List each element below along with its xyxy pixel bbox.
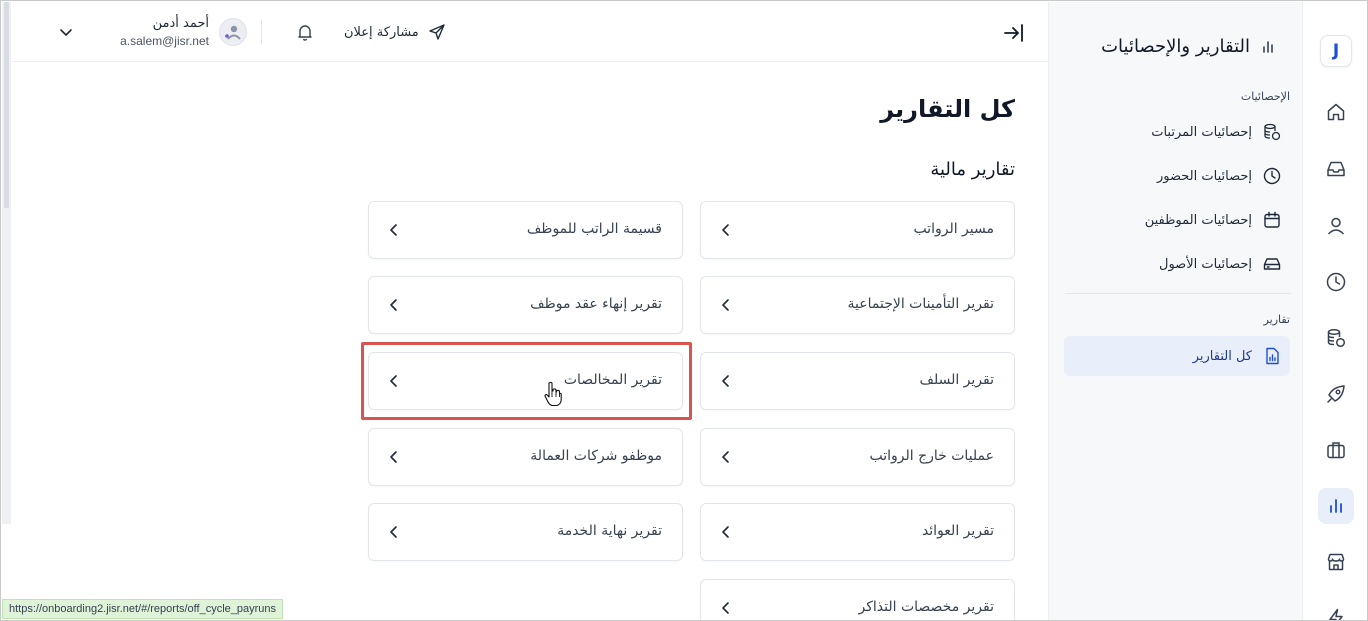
clock-icon[interactable]: [1318, 264, 1354, 300]
user-menu[interactable]: أحمد أدمن a.salem@jisr.net: [51, 11, 247, 53]
report-card-label: تقرير العوائد: [921, 523, 994, 539]
report-card-returns[interactable]: تقرير العوائد: [700, 503, 1015, 561]
top-bar: أحمد أدمن a.salem@jisr.net مشاركة إعلان: [11, 2, 1048, 62]
sidebar-item-label: إحصائيات الحضور: [1157, 168, 1252, 184]
chevron-left-icon: [390, 299, 397, 311]
rocket-icon[interactable]: [1318, 376, 1354, 412]
sidebar-divider: [1065, 293, 1291, 294]
report-card-label: مسير الرواتب: [913, 221, 994, 237]
drive-icon: [1263, 258, 1281, 270]
logo-letter: J: [1332, 41, 1340, 61]
report-card-label: موظفو شركات العمالة: [530, 448, 662, 464]
briefcase-icon[interactable]: [1318, 432, 1354, 468]
sidebar-item-assets-stats[interactable]: إحصائيات الأصول: [1064, 244, 1290, 284]
bell-icon[interactable]: [294, 21, 316, 43]
report-card-label: تقرير التأمينات الإجتماعية: [847, 296, 994, 312]
report-card-end-of-service[interactable]: تقرير نهاية الخدمة: [368, 503, 683, 561]
sidebar-item-label: إحصائيات المرتبات: [1151, 124, 1252, 140]
sidebar-group-reports: تقارير: [1263, 313, 1290, 326]
report-card-label: تقرير مخصصات التذاكر: [858, 599, 995, 615]
calendar-icon: [1264, 211, 1280, 228]
coins-icon: [1264, 123, 1281, 141]
inbox-icon[interactable]: [1318, 151, 1354, 187]
left-scrollbar[interactable]: [2, 2, 11, 524]
status-bar-url: https://onboarding2.jisr.net/#/reports/o…: [2, 599, 284, 619]
send-icon: [429, 24, 445, 40]
report-card-contract-termination[interactable]: تقرير إنهاء عقد موظف: [368, 276, 683, 334]
report-card-label: تقرير نهاية الخدمة: [557, 523, 662, 539]
scrollbar-thumb[interactable]: [4, 2, 9, 208]
report-card-payslip[interactable]: قسيمة الراتب للموظف: [368, 201, 683, 259]
report-card-label: عمليات خارج الرواتب: [869, 448, 994, 464]
chevron-left-icon: [390, 224, 397, 236]
report-card-social-insurance[interactable]: تقرير التأمينات الإجتماعية: [700, 276, 1015, 334]
report-card-outsourced-employees[interactable]: موظفو شركات العمالة: [368, 428, 683, 486]
sidebar-item-label: إحصائيات الأصول: [1159, 256, 1252, 272]
chevron-left-icon: [722, 299, 729, 311]
chevron-left-icon: [390, 451, 397, 463]
home-icon[interactable]: [1318, 94, 1354, 130]
report-card-ticket-allowances[interactable]: تقرير مخصصات التذاكر: [700, 579, 1015, 620]
coins-icon[interactable]: [1318, 320, 1354, 356]
page-title: كل التقارير: [880, 95, 1015, 123]
chevron-down-icon[interactable]: [51, 17, 81, 47]
chevron-left-icon: [722, 451, 729, 463]
clock-icon: [1263, 167, 1281, 185]
report-card-final-settlement[interactable]: تقرير المخالصات: [368, 352, 683, 410]
bar-chart-icon: [1263, 40, 1273, 53]
chevron-left-icon: [722, 375, 729, 387]
store-icon[interactable]: [1318, 544, 1354, 580]
report-card-label: قسيمة الراتب للموظف: [526, 221, 662, 237]
user-icon[interactable]: [1318, 208, 1354, 244]
bolt-icon[interactable]: [1318, 600, 1354, 620]
sidebar-header: التقارير والإحصائيات: [1101, 36, 1276, 57]
chevron-left-icon: [390, 526, 397, 538]
report-card-label: تقرير المخالصات: [563, 372, 662, 388]
collapse-sidebar-icon[interactable]: [1002, 21, 1026, 45]
report-card-loans[interactable]: تقرير السلف: [700, 352, 1015, 410]
main-nav-rail: J: [1302, 2, 1367, 620]
share-announcement-button[interactable]: مشاركة إعلان: [344, 20, 447, 44]
report-card-off-cycle[interactable]: عمليات خارج الرواتب: [700, 428, 1015, 486]
user-name: أحمد أدمن: [152, 15, 209, 31]
topbar-divider: [261, 20, 262, 44]
sidebar-item-payroll-stats[interactable]: إحصائيات المرتبات: [1064, 112, 1290, 152]
user-info: أحمد أدمن a.salem@jisr.net: [89, 15, 209, 50]
report-file-icon: [1266, 347, 1279, 365]
bar-chart-icon[interactable]: [1318, 488, 1354, 524]
report-card-payroll[interactable]: مسير الرواتب: [700, 201, 1015, 259]
sidebar-group-stats: الإحصائيات: [1240, 90, 1290, 103]
sidebar-item-employee-stats[interactable]: إحصائيات الموظفين: [1064, 200, 1290, 240]
chevron-left-icon: [722, 224, 729, 236]
sidebar-title: التقارير والإحصائيات: [1101, 36, 1250, 57]
user-email: a.salem@jisr.net: [120, 33, 209, 48]
logo[interactable]: J: [1320, 35, 1352, 67]
chevron-left-icon: [722, 602, 729, 614]
avatar[interactable]: [219, 18, 247, 46]
chevron-left-icon: [722, 526, 729, 538]
secondary-sidebar: التقارير والإحصائيات الإحصائيات إحصائيات…: [1048, 2, 1302, 620]
sidebar-item-attendance-stats[interactable]: إحصائيات الحضور: [1064, 156, 1290, 196]
chevron-left-icon: [390, 375, 397, 387]
section-title-financial: تقارير مالية: [930, 159, 1015, 180]
hand-cursor-icon: [544, 381, 562, 407]
app-window: أحمد أدمن a.salem@jisr.net مشاركة إعلان: [0, 0, 1368, 621]
report-card-label: تقرير السلف: [919, 372, 994, 388]
sidebar-item-label: إحصائيات الموظفين: [1144, 212, 1252, 228]
report-card-label: تقرير إنهاء عقد موظف: [530, 296, 662, 312]
sidebar-item-all-reports[interactable]: كل التقارير: [1064, 336, 1290, 376]
share-announcement-label: مشاركة إعلان: [344, 24, 419, 40]
sidebar-item-label: كل التقارير: [1192, 348, 1252, 364]
